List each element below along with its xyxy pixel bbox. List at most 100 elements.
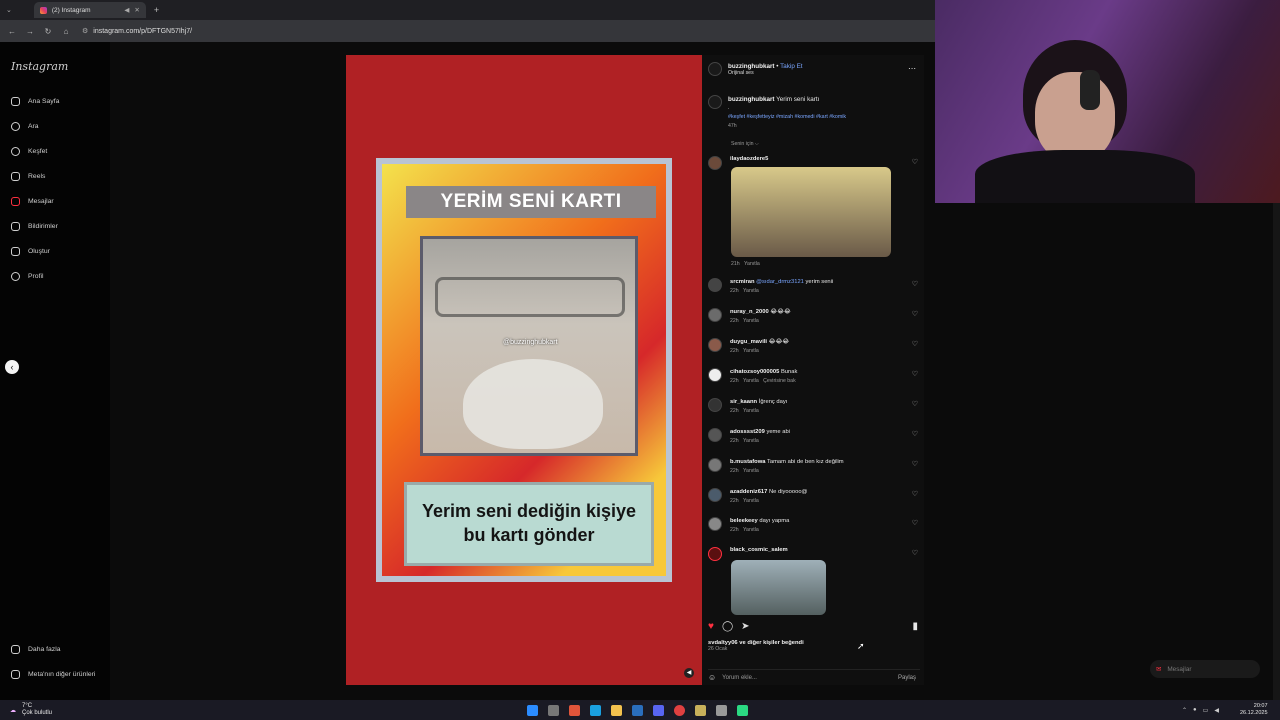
reply-link[interactable]: Yanıtla: [744, 261, 760, 267]
translate-link[interactable]: Çevirisine bak: [763, 378, 796, 384]
tab-close-icon[interactable]: ✕: [134, 6, 139, 14]
site-info-icon[interactable]: ⚙: [82, 27, 88, 35]
mute-icon[interactable]: ◀: [684, 668, 694, 678]
caption-hashtags[interactable]: #keşfet #keşfetteyiz #mizah #komedi #kar…: [728, 113, 846, 122]
follow-button[interactable]: Takip Et: [780, 63, 802, 70]
comment-like-icon[interactable]: ♡: [912, 490, 918, 498]
comment-like-icon[interactable]: ♡: [912, 549, 918, 557]
comment-username[interactable]: srcmiran: [730, 279, 755, 285]
avatar[interactable]: [708, 62, 722, 76]
post-username[interactable]: buzzinghubkart: [728, 63, 775, 70]
messages-floating-button[interactable]: ✉ Mesajlar: [1150, 660, 1260, 678]
comment-username[interactable]: cihatozsoy000005: [730, 369, 779, 375]
avatar[interactable]: [708, 398, 722, 412]
reply-link[interactable]: Yanıtla: [743, 408, 759, 414]
app-icon[interactable]: [569, 704, 580, 716]
comment-username[interactable]: adosssst209: [730, 429, 765, 435]
sidebar-item-explore[interactable]: Keşfet: [11, 147, 47, 156]
sidebar-item-meta[interactable]: Meta'nın diğer ürünleri: [11, 670, 95, 679]
sidebar-item-search[interactable]: Ara: [11, 122, 39, 131]
back-icon[interactable]: ←: [6, 27, 18, 36]
comment-gif[interactable]: [731, 167, 891, 257]
tray-chevron-icon[interactable]: ⌃: [1182, 707, 1187, 714]
reply-link[interactable]: Yanıtla: [743, 438, 759, 444]
comment-like-icon[interactable]: ♡: [912, 370, 918, 378]
instagram-logo[interactable]: Instagram: [11, 60, 68, 73]
like-heart-icon[interactable]: ♥: [708, 621, 714, 632]
sidebar-item-create[interactable]: Oluştur: [11, 247, 50, 256]
edge-icon[interactable]: [590, 704, 601, 716]
sidebar-item-messages[interactable]: Mesajlar: [11, 197, 54, 206]
reply-link[interactable]: Yanıtla: [743, 318, 759, 324]
reload-icon[interactable]: ↻: [42, 27, 54, 36]
app-icon[interactable]: [695, 704, 706, 716]
forward-icon[interactable]: →: [24, 27, 36, 36]
reply-link[interactable]: Yanıtla: [743, 527, 759, 533]
comment-like-icon[interactable]: ♡: [912, 340, 918, 348]
mic-icon[interactable]: ●: [1193, 707, 1197, 714]
browser-tab-instagram[interactable]: (2) Instagram ◀ ✕: [33, 2, 146, 18]
avatar[interactable]: [708, 458, 722, 472]
sidebar-item-reels[interactable]: Reels: [11, 172, 45, 181]
file-explorer-icon[interactable]: [611, 704, 622, 716]
comment-username[interactable]: duygu_mavili: [730, 339, 767, 345]
comment-username[interactable]: black_cosmic_salem: [730, 547, 788, 561]
comment-like-icon[interactable]: ♡: [912, 280, 918, 288]
volume-icon[interactable]: ◀: [1214, 707, 1219, 714]
avatar[interactable]: [708, 368, 722, 382]
share-send-icon[interactable]: ➤: [741, 621, 749, 632]
comment-gif[interactable]: [731, 560, 826, 615]
scrollbar[interactable]: [1273, 203, 1280, 700]
new-tab-button[interactable]: +: [154, 5, 159, 15]
comment-username[interactable]: nuray_n_2000: [730, 309, 769, 315]
spotify-icon[interactable]: [737, 704, 748, 716]
caption-username[interactable]: buzzinghubkart: [728, 96, 775, 103]
chrome-icon[interactable]: [674, 704, 685, 716]
tab-list-chevron-icon[interactable]: ⌄: [6, 6, 12, 14]
start-icon[interactable]: [527, 704, 538, 716]
bookmark-icon[interactable]: ▮: [912, 621, 918, 632]
more-options-icon[interactable]: ⋯: [908, 64, 916, 73]
avatar[interactable]: [708, 547, 722, 561]
comment-username[interactable]: beleekeey: [730, 518, 758, 524]
reply-link[interactable]: Yanıtla: [743, 378, 759, 384]
emoji-icon[interactable]: ☺: [708, 673, 716, 682]
discord-icon[interactable]: [653, 704, 664, 716]
reply-link[interactable]: Yanıtla: [743, 348, 759, 354]
sidebar-item-profile[interactable]: Profil: [11, 272, 44, 281]
comment-like-icon[interactable]: ♡: [912, 158, 918, 166]
avatar[interactable]: [708, 156, 722, 170]
comment-input[interactable]: Yorum ekle...: [722, 675, 892, 681]
avatar[interactable]: [708, 517, 722, 531]
network-icon[interactable]: ▭: [1203, 707, 1209, 714]
comment-like-icon[interactable]: ♡: [912, 519, 918, 527]
previous-post-arrow-icon[interactable]: ‹: [5, 360, 19, 374]
avatar[interactable]: [708, 278, 722, 292]
sidebar-item-more[interactable]: Daha fazla: [11, 645, 61, 654]
avatar[interactable]: [708, 338, 722, 352]
avatar[interactable]: [708, 308, 722, 322]
reply-link[interactable]: Yanıtla: [743, 288, 759, 294]
reply-link[interactable]: Yanıtla: [743, 498, 759, 504]
task-view-icon[interactable]: [548, 704, 559, 716]
audio-label[interactable]: Orijinal ses: [728, 70, 803, 76]
comment-like-icon[interactable]: ♡: [912, 460, 918, 468]
avatar[interactable]: [708, 95, 722, 109]
settings-icon[interactable]: [716, 704, 727, 716]
reply-link[interactable]: Yanıtla: [743, 468, 759, 474]
sidebar-item-notifications[interactable]: Bildirimler: [11, 222, 58, 231]
weather-widget[interactable]: 7°C Çok bulutlu: [22, 703, 52, 717]
home-icon[interactable]: ⌂: [60, 27, 72, 36]
comment-sort[interactable]: Senin için ⌵: [731, 141, 759, 148]
comment-username[interactable]: b.mustafowa: [730, 459, 765, 465]
comment-username[interactable]: azaddeniz617: [730, 489, 767, 495]
comment-like-icon[interactable]: ♡: [912, 430, 918, 438]
store-icon[interactable]: [632, 704, 643, 716]
clock[interactable]: 20:07 26.12.2025: [1240, 703, 1268, 717]
url-field[interactable]: ⚙ instagram.com/p/DFTGN57Ihj7/: [82, 27, 192, 36]
comment-mention[interactable]: @sıdar_drmz3121: [756, 279, 804, 285]
avatar[interactable]: [708, 428, 722, 442]
comment-bubble-icon[interactable]: ◯: [722, 621, 733, 632]
weather-icon[interactable]: ☁: [10, 707, 16, 714]
comment-like-icon[interactable]: ♡: [912, 400, 918, 408]
